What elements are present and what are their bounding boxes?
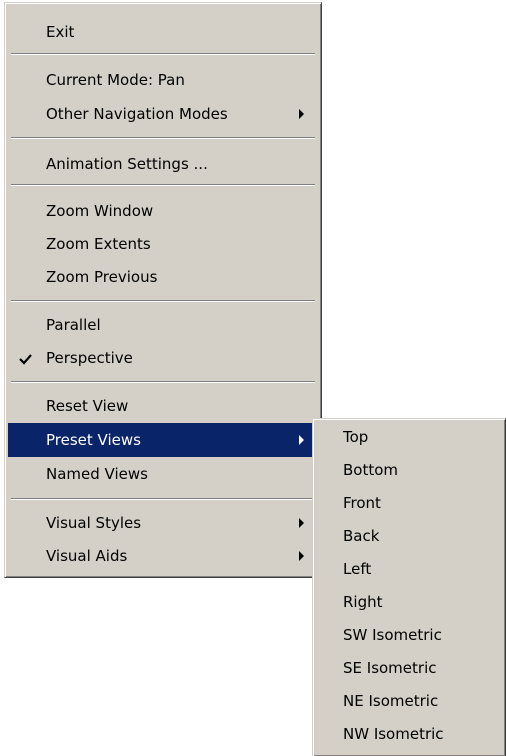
menu-item-perspective[interactable]: Perspective (8, 341, 318, 375)
submenu-item-label: NW Isometric (343, 725, 444, 743)
submenu-item-label: SE Isometric (343, 659, 437, 677)
menu-item-label: Visual Aids (46, 547, 128, 565)
menu-separator (11, 137, 315, 139)
menu-item-label: Current Mode: Pan (46, 71, 185, 89)
submenu-item-ne-isometric[interactable]: NE Isometric (316, 685, 502, 718)
submenu-item-label: Bottom (343, 461, 399, 479)
menu-item-other-navigation-modes[interactable]: Other Navigation Modes (8, 97, 318, 131)
preset-views-submenu: Top Bottom Front Back Left Right SW Isom… (312, 418, 506, 756)
submenu-item-top[interactable]: Top (316, 421, 502, 454)
menu-item-visual-aids[interactable]: Visual Aids (8, 539, 318, 573)
submenu-arrow-icon (299, 518, 304, 528)
menu-item-label: Animation Settings ... (46, 155, 208, 173)
menu-item-label: Reset View (46, 397, 129, 415)
menu-item-current-mode[interactable]: Current Mode: Pan (8, 63, 318, 97)
submenu-item-label: Left (343, 560, 372, 578)
checkmark-icon (19, 354, 32, 365)
menu-item-named-views[interactable]: Named Views (8, 457, 318, 491)
menu-separator (11, 53, 315, 55)
submenu-item-front[interactable]: Front (316, 487, 502, 520)
menu-item-animation-settings[interactable]: Animation Settings ... (8, 147, 318, 181)
menu-item-exit[interactable]: Exit (8, 15, 318, 49)
submenu-item-label: Right (343, 593, 383, 611)
menu-item-zoom-previous[interactable]: Zoom Previous (8, 260, 318, 294)
submenu-item-label: Back (343, 527, 380, 545)
menu-item-label: Perspective (46, 349, 133, 367)
menu-separator (11, 381, 315, 383)
menu-item-visual-styles[interactable]: Visual Styles (8, 506, 318, 540)
submenu-item-label: Top (343, 428, 369, 446)
context-menu: Exit Current Mode: Pan Other Navigation … (4, 2, 322, 578)
submenu-item-label: NE Isometric (343, 692, 439, 710)
menu-item-label: Named Views (46, 465, 148, 483)
submenu-arrow-icon (299, 109, 304, 119)
menu-item-label: Exit (46, 23, 75, 41)
submenu-item-sw-isometric[interactable]: SW Isometric (316, 619, 502, 652)
submenu-item-bottom[interactable]: Bottom (316, 454, 502, 487)
submenu-arrow-icon (299, 551, 304, 561)
menu-item-zoom-window[interactable]: Zoom Window (8, 194, 318, 228)
menu-item-label: Parallel (46, 316, 101, 334)
submenu-item-right[interactable]: Right (316, 586, 502, 619)
menu-item-label: Visual Styles (46, 514, 142, 532)
menu-item-label: Zoom Previous (46, 268, 158, 286)
submenu-item-label: SW Isometric (343, 626, 442, 644)
menu-item-reset-view[interactable]: Reset View (8, 389, 318, 423)
submenu-arrow-icon (299, 435, 304, 445)
submenu-item-back[interactable]: Back (316, 520, 502, 553)
submenu-item-nw-isometric[interactable]: NW Isometric (316, 718, 502, 751)
menu-separator (11, 184, 315, 186)
menu-item-label: Other Navigation Modes (46, 105, 228, 123)
menu-separator (11, 300, 315, 302)
menu-item-label: Zoom Window (46, 202, 154, 220)
menu-item-label: Zoom Extents (46, 235, 151, 253)
submenu-item-left[interactable]: Left (316, 553, 502, 586)
menu-item-zoom-extents[interactable]: Zoom Extents (8, 227, 318, 261)
submenu-item-label: Front (343, 494, 381, 512)
submenu-item-se-isometric[interactable]: SE Isometric (316, 652, 502, 685)
menu-item-label: Preset Views (46, 431, 141, 449)
menu-item-preset-views[interactable]: Preset Views (8, 423, 318, 457)
menu-item-parallel[interactable]: Parallel (8, 308, 318, 342)
menu-separator (11, 498, 315, 500)
